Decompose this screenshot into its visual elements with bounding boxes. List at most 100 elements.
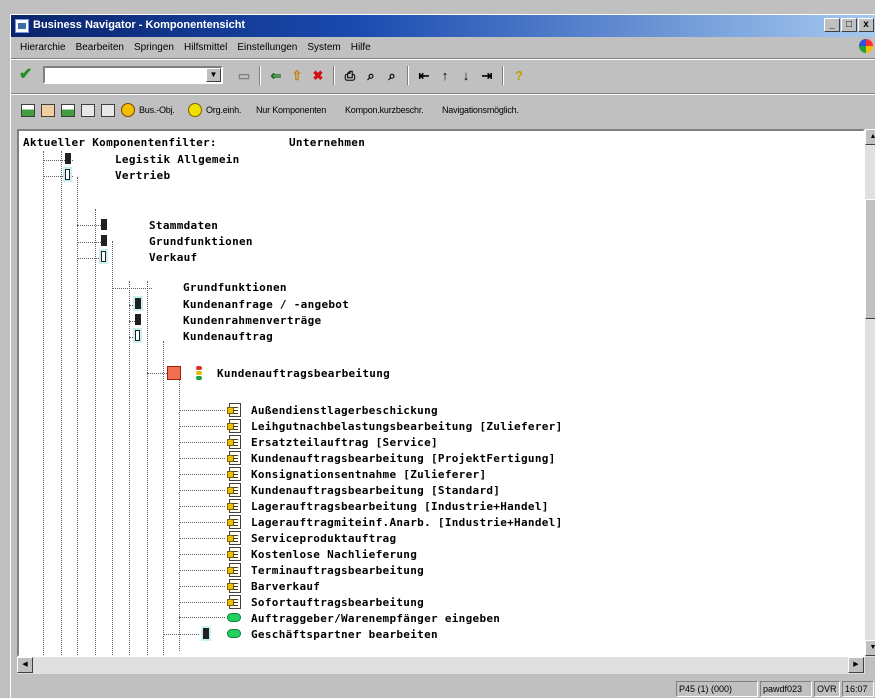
tree-connector [179,410,225,411]
enter-check-icon[interactable]: ✔ [19,67,35,83]
scenario-doc-icon[interactable] [227,595,241,609]
tree-node-kundenanfrage[interactable]: Kundenanfrage / -angebot [183,298,349,311]
scenario-doc-icon[interactable] [227,547,241,561]
scenario-doc-icon[interactable] [227,451,241,465]
open-node-icon[interactable] [65,169,70,180]
menu-bearbeiten[interactable]: Bearbeiten [71,42,129,53]
menu-separator [11,58,875,60]
activity-node-icon[interactable] [227,613,241,622]
scenario-doc-icon[interactable] [227,499,241,513]
horizontal-scrollbar[interactable]: ◀ ▶ [17,657,865,674]
tree-leaf-8[interactable]: Lagerauftragmiteinf.Anarb. [Industrie+Ha… [251,516,563,529]
save-icon[interactable]: ▭ [235,67,253,84]
tree-leaf-2[interactable]: Leihgutnachbelastungsbearbeitung [Zulief… [251,420,563,433]
chevron-down-icon[interactable]: ▼ [206,68,221,82]
status-mode[interactable]: OVR [814,681,840,697]
prev-page-icon[interactable]: ↑ [436,67,454,84]
cancel-icon[interactable]: ✖ [309,67,327,84]
bus-obj-button[interactable]: Bus.-Obj. [139,105,175,115]
tree-connector [179,538,225,539]
scroll-up-button[interactable]: ▲ [865,129,875,145]
closed-node-icon[interactable] [101,235,107,246]
close-button[interactable]: x [858,18,874,32]
tree-node-legistik-allgemein[interactable]: Legistik Allgemein [115,153,240,166]
nur-komponenten-button[interactable]: Nur Komponenten [256,105,326,115]
business-object-icon[interactable] [121,103,135,117]
tree-leaf-11[interactable]: Terminauftragsbearbeitung [251,564,424,577]
tree-leaf-4[interactable]: Kundenauftragsbearbeitung [ProjektFertig… [251,452,556,465]
tree-node-kundenrahmenvertraege[interactable]: Kundenrahmenverträge [183,314,321,327]
menu-hierarchie[interactable]: Hierarchie [15,42,71,53]
tree-node-kundenauftrag[interactable]: Kundenauftrag [183,330,273,343]
menu-hilfsmittel[interactable]: Hilfsmittel [179,42,232,53]
scenario-doc-icon[interactable] [227,403,241,417]
minimize-button[interactable]: _ [824,18,840,32]
subtree-icon[interactable] [61,104,75,117]
tree-node-grundfunktionen[interactable]: Grundfunktionen [149,235,253,248]
tree-node-grundfunktionen-verkauf[interactable]: Grundfunktionen [183,281,287,294]
tree-node-kundenauftragsbearbeitung[interactable]: Kundenauftragsbearbeitung [217,367,390,380]
find-icon[interactable]: ⌕ [362,67,380,84]
scenario-doc-icon[interactable] [227,435,241,449]
expand-icon[interactable] [21,104,35,117]
scroll-thumb[interactable] [865,199,875,319]
scenario-doc-icon[interactable] [227,531,241,545]
closed-node-icon[interactable] [135,298,141,309]
tree-leaf-5[interactable]: Konsignationsentnahme [Zulieferer] [251,468,486,481]
tree-leaf-9[interactable]: Serviceproduktauftrag [251,532,396,545]
menu-einstellungen[interactable]: Einstellungen [232,42,302,53]
activity-node-icon[interactable] [227,629,241,638]
list-icon[interactable] [81,104,95,117]
tree-leaf-7[interactable]: Lagerauftragsbearbeitung [Industrie+Hand… [251,500,549,513]
scenario-doc-icon[interactable] [227,483,241,497]
vertical-scrollbar[interactable]: ▲ ▼ [865,129,875,657]
tree-leaf-14[interactable]: Auftraggeber/Warenempfänger eingeben [251,612,500,625]
next-page-icon[interactable]: ↓ [457,67,475,84]
first-page-icon[interactable]: ⇤ [415,67,433,84]
command-field[interactable] [43,66,223,84]
scroll-down-button[interactable]: ▼ [865,640,875,656]
closed-node-icon[interactable] [101,219,107,230]
tree-leaf-10[interactable]: Kostenlose Nachlieferung [251,548,417,561]
scenario-doc-icon[interactable] [227,467,241,481]
open-node-icon[interactable] [135,330,140,341]
kompon-kurzbeschr-button[interactable]: Kompon.kurzbeschr. [345,105,424,115]
menu-system[interactable]: System [302,42,345,53]
org-unit-icon[interactable] [188,103,202,117]
print-icon[interactable]: ⎙ [341,67,359,84]
system-menu-icon[interactable] [15,19,29,33]
find-next-icon[interactable]: ⌕ [383,67,401,84]
tree-leaf-12[interactable]: Barverkauf [251,580,320,593]
back-icon[interactable]: ⇐ [267,67,285,84]
scenario-doc-icon[interactable] [227,579,241,593]
hierarchy-icon[interactable] [41,104,55,117]
org-einh-button[interactable]: Org.einh. [206,105,241,115]
navigationsmoeglich-button[interactable]: Navigationsmöglich. [442,105,519,115]
scenario-doc-icon[interactable] [227,563,241,577]
closed-node-icon[interactable] [135,314,141,325]
title-bar[interactable]: Business Navigator - Komponentensicht _ … [11,15,875,37]
help-icon[interactable]: ? [510,67,528,84]
tree-leaf-1[interactable]: Außendienstlagerbeschickung [251,404,438,417]
scroll-right-button[interactable]: ▶ [848,657,864,673]
menu-springen[interactable]: Springen [129,42,179,53]
scenario-doc-icon[interactable] [227,515,241,529]
open-node-icon[interactable] [101,251,106,262]
tree-node-verkauf[interactable]: Verkauf [149,251,197,264]
scenario-doc-icon[interactable] [227,419,241,433]
tree-node-stammdaten[interactable]: Stammdaten [149,219,218,232]
closed-node-icon[interactable] [203,628,209,639]
scroll-left-button[interactable]: ◀ [17,657,33,673]
closed-node-icon[interactable] [65,153,71,164]
detail-icon[interactable] [101,104,115,117]
tree-leaf-3[interactable]: Ersatzteilauftrag [Service] [251,436,438,449]
tree-node-geschaeftspartner[interactable]: Geschäftspartner bearbeiten [251,628,438,641]
tree-node-vertrieb[interactable]: Vertrieb [115,169,170,182]
exit-icon[interactable]: ⇧ [288,67,306,84]
menu-hilfe[interactable]: Hilfe [346,42,376,53]
tree-leaf-6[interactable]: Kundenauftragsbearbeitung [Standard] [251,484,500,497]
tree-leaf-13[interactable]: Sofortauftragsbearbeitung [251,596,424,609]
maximize-button[interactable]: □ [841,18,857,32]
last-page-icon[interactable]: ⇥ [478,67,496,84]
process-node-icon[interactable] [167,366,181,380]
